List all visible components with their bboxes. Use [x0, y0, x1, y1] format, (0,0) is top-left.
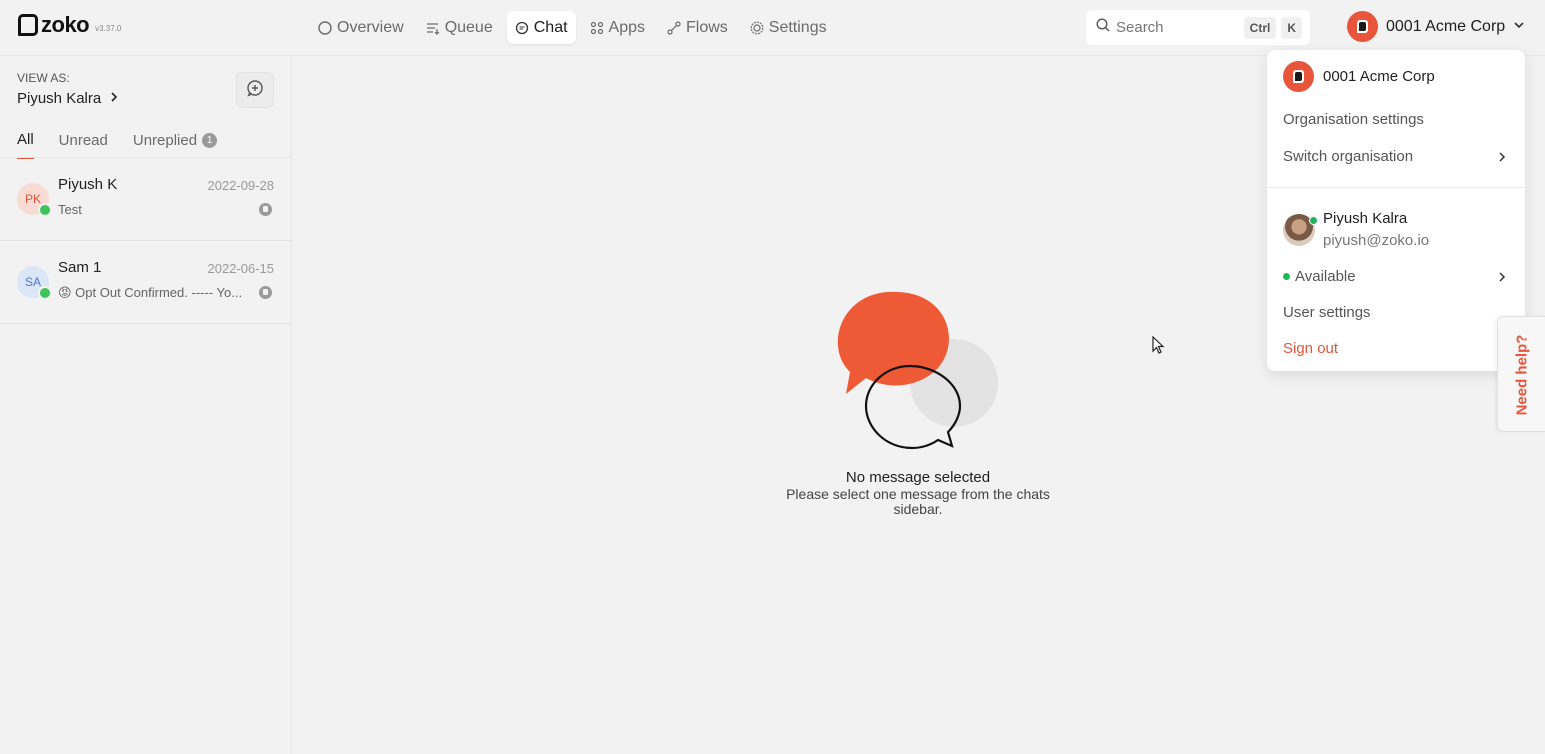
queue-icon	[426, 21, 440, 35]
avatar-initials: PK	[24, 192, 41, 206]
dropdown-org-name: 0001 Acme Corp	[1323, 68, 1435, 85]
nav-settings[interactable]: Settings	[742, 11, 835, 44]
chevron-right-icon	[1497, 150, 1507, 168]
circle-icon	[318, 20, 332, 35]
chat-sidebar: VIEW AS: Piyush Kalra All Unread Unrepli…	[0, 57, 292, 754]
whatsapp-icon	[38, 286, 52, 300]
need-help-button[interactable]: Need help?	[1497, 316, 1545, 432]
tab-unread[interactable]: Unread	[59, 131, 108, 159]
org-avatar	[1347, 11, 1378, 42]
app-version: v3.37.0	[95, 24, 122, 33]
whatsapp-icon	[38, 203, 52, 217]
chat-preview: Test	[58, 202, 82, 217]
dropdown-user-name: Piyush Kalra	[1323, 210, 1408, 227]
chat-preview: 😡 Opt Out Confirmed. ----- Yo...	[58, 285, 243, 300]
nav-queue[interactable]: Queue	[418, 11, 501, 44]
empty-state-title: No message selected	[845, 469, 991, 486]
chat-contact-name: Sam 1	[58, 259, 102, 276]
new-chat-button[interactable]	[236, 72, 274, 108]
nav-chat-label: Chat	[533, 18, 568, 36]
nav-overview-label: Overview	[337, 18, 404, 36]
nav-apps[interactable]: Apps	[582, 11, 653, 44]
nav-flows[interactable]: Flows	[659, 11, 736, 44]
avatar: PK	[17, 183, 52, 217]
zoko-logo[interactable]: zoko v3.37.0	[18, 14, 121, 36]
switch-organisation-link[interactable]: Switch organisation	[1283, 148, 1413, 165]
zoko-logo-icon	[18, 14, 38, 36]
tab-unreplied-label: Unreplied	[132, 132, 198, 149]
chevron-right-icon	[109, 90, 119, 107]
search-icon	[1096, 18, 1110, 37]
assignment-status-icon	[259, 286, 272, 299]
flows-icon	[667, 20, 681, 35]
unreplied-count-badge: 1	[202, 133, 218, 148]
tab-unread-label: Unread	[58, 132, 108, 149]
online-status-dot	[1309, 216, 1318, 225]
sign-out-link[interactable]: Sign out	[1283, 340, 1338, 357]
dropdown-user-email: piyush@zoko.io	[1323, 232, 1430, 249]
nav-apps-label: Apps	[608, 18, 645, 36]
nav-settings-label: Settings	[768, 18, 827, 36]
nav-queue-label: Queue	[444, 18, 493, 36]
org-dropdown-menu: 0001 Acme Corp Organisation settings Swi…	[1267, 50, 1525, 371]
organisation-settings-link[interactable]: Organisation settings	[1283, 111, 1424, 128]
apps-grid-icon	[590, 21, 604, 35]
availability-selector[interactable]: Available	[1283, 268, 1356, 285]
logo-text: zoko	[41, 12, 90, 37]
assignment-status-icon	[259, 203, 272, 216]
search-placeholder: Search	[1116, 19, 1164, 36]
nav-flows-label: Flows	[686, 18, 728, 36]
view-as-selector[interactable]: Piyush Kalra	[17, 90, 119, 107]
switch-organisation-label: Switch organisation	[1283, 148, 1414, 165]
view-as-user-name: Piyush Kalra	[17, 90, 102, 107]
nav-chat[interactable]: Chat	[506, 11, 576, 44]
available-dot-icon	[1283, 273, 1290, 280]
view-as-label: VIEW AS:	[17, 71, 70, 85]
chevron-down-icon	[1513, 18, 1525, 36]
top-bar: zoko v3.37.0 Overview Queue Chat Apps Fl…	[0, 0, 1545, 56]
zoko-bubble-icon	[1357, 20, 1368, 33]
tab-all[interactable]: All	[17, 131, 34, 159]
search-box[interactable]: Search Ctrl K	[1086, 10, 1310, 45]
chat-filter-tabs: All Unread Unreplied 1	[17, 131, 218, 159]
tab-all-label: All	[17, 131, 34, 148]
need-help-label: Need help?	[1513, 334, 1531, 416]
gear-icon	[750, 21, 764, 35]
chat-contact-name: Piyush K	[58, 176, 118, 193]
mouse-cursor-icon	[1152, 336, 1165, 354]
main-nav: Overview Queue Chat Apps Flows Settings	[310, 11, 835, 44]
avatar-initials: SA	[24, 275, 41, 289]
empty-state-subtitle: Please select one message from the chats…	[786, 486, 1050, 517]
shortcut-k: K	[1281, 16, 1302, 39]
chat-bubbles-illustration	[837, 291, 998, 450]
avatar: SA	[17, 266, 52, 300]
zoko-bubble-icon	[1293, 70, 1304, 83]
dropdown-divider	[1267, 187, 1525, 188]
chat-date: 2022-09-28	[207, 178, 275, 193]
org-menu-button[interactable]: 0001 Acme Corp	[1347, 11, 1525, 42]
chat-icon	[515, 21, 529, 35]
user-settings-link[interactable]: User settings	[1283, 304, 1371, 321]
shortcut-ctrl: Ctrl	[1243, 16, 1277, 39]
availability-label: Available	[1295, 268, 1356, 285]
chat-date: 2022-06-15	[207, 261, 275, 276]
tab-unreplied[interactable]: Unreplied 1	[132, 131, 218, 159]
dropdown-org-header: 0001 Acme Corp	[1283, 61, 1435, 92]
chevron-right-icon	[1497, 270, 1507, 288]
chat-list-item[interactable]: PK Piyush K 2022-09-28 Test	[0, 158, 292, 241]
nav-overview[interactable]: Overview	[310, 11, 412, 44]
org-avatar	[1283, 61, 1314, 92]
org-name: 0001 Acme Corp	[1386, 17, 1506, 35]
new-chat-icon	[246, 79, 264, 102]
chat-list-item[interactable]: SA Sam 1 2022-06-15 😡 Opt Out Confirmed.…	[0, 241, 292, 324]
